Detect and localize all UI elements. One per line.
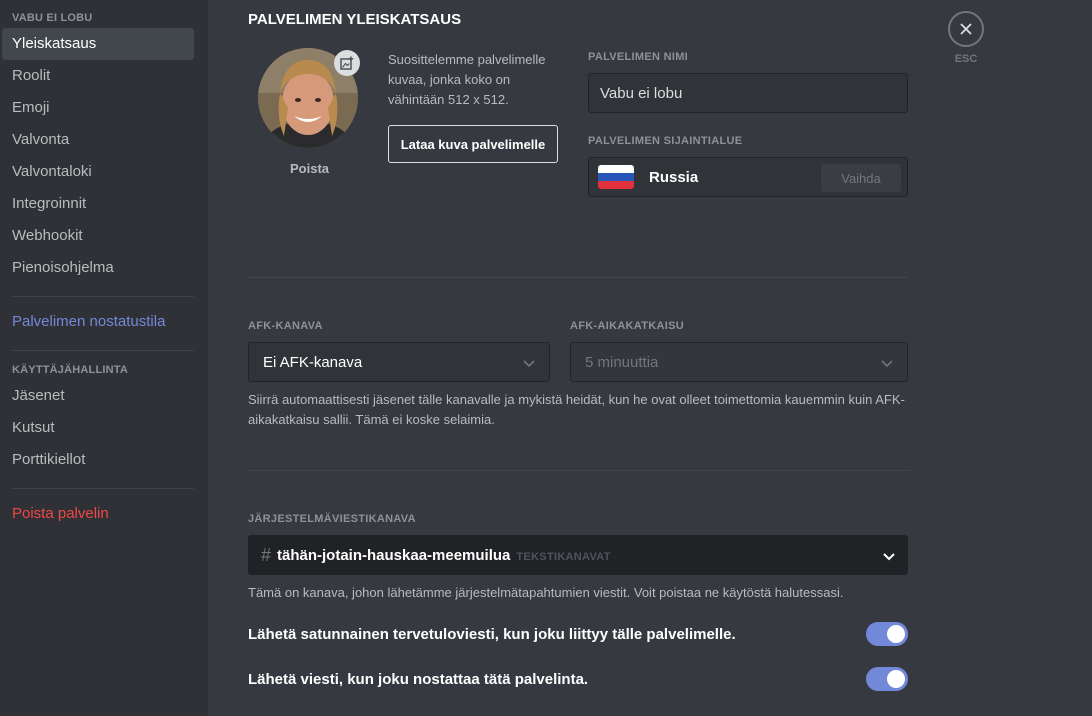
sidebar-separator: [12, 488, 194, 489]
server-name-label: PALVELIMEN NIMI: [588, 51, 689, 63]
welcome-message-setting: Lähetä satunnainen tervetuloviesti, kun …: [248, 621, 908, 647]
sidebar-item-integrations[interactable]: Integroinnit: [2, 188, 194, 220]
chevron-down-icon: [881, 360, 893, 368]
upload-image-button[interactable]: Lataa kuva palvelimelle: [388, 125, 558, 163]
server-icon-upload[interactable]: [258, 48, 360, 148]
toggle-knob: [887, 670, 905, 688]
sidebar-item-invites[interactable]: Kutsut: [2, 412, 194, 444]
sidebar-item-boost-status[interactable]: Palvelimen nostatustila: [2, 306, 194, 338]
afk-timeout-select[interactable]: 5 minuuttia: [570, 342, 908, 382]
afk-channel-label: AFK-KANAVA: [248, 320, 323, 332]
sidebar-item-audit-log[interactable]: Valvontaloki: [2, 156, 194, 188]
section-divider: [248, 277, 908, 278]
afk-channel-value: Ei AFK-kanava: [263, 353, 363, 371]
sidebar-separator: [12, 296, 194, 297]
sidebar-item-emoji[interactable]: Emoji: [2, 92, 194, 124]
add-image-icon[interactable]: [334, 50, 360, 76]
chevron-down-icon: [523, 360, 535, 368]
close-button[interactable]: [948, 11, 984, 47]
chevron-down-icon: [883, 553, 895, 561]
russia-flag-icon: [598, 165, 634, 189]
afk-timeout-label: AFK-AIKAKATKAISU: [570, 320, 684, 332]
sidebar-item-webhooks[interactable]: Webhookit: [2, 220, 194, 252]
afk-timeout-value: 5 minuuttia: [585, 353, 659, 371]
system-channel-label: JÄRJESTELMÄVIESTIKANAVA: [248, 513, 416, 525]
sidebar-header-server: VABU EI LOBU: [12, 12, 93, 24]
sidebar-item-moderation[interactable]: Valvonta: [2, 124, 194, 156]
remove-icon-link[interactable]: Poista: [290, 161, 329, 176]
afk-channel-select[interactable]: Ei AFK-kanava: [248, 342, 550, 382]
region-name: Russia: [649, 168, 699, 186]
server-name-input[interactable]: [588, 73, 908, 113]
boost-message-label: Lähetä viesti, kun joku nostattaa tätä p…: [248, 670, 589, 688]
sidebar-item-members[interactable]: Jäsenet: [2, 380, 194, 412]
system-channel-name: tähän-jotain-hauskaa-meemuilua: [277, 546, 511, 564]
change-region-button[interactable]: Vaihda: [821, 164, 901, 192]
welcome-message-toggle[interactable]: [866, 622, 908, 646]
close-settings: ESC: [948, 11, 984, 65]
sidebar-item-overview[interactable]: Yleiskatsaus: [2, 28, 194, 60]
sidebar-item-widget[interactable]: Pienoisohjelma: [2, 252, 194, 284]
sidebar-header-user-management: KÄYTTÄJÄHALLINTA: [12, 364, 129, 376]
text-channel-icon: #: [261, 544, 272, 565]
system-help-text: Tämä on kanava, johon lähetämme järjeste…: [248, 585, 844, 600]
upload-hint: Suosittelemme palvelimelle kuvaa, jonka …: [388, 52, 546, 107]
sidebar-item-delete-server[interactable]: Poista palvelin: [2, 498, 194, 530]
region-selector: Russia Vaihda: [588, 157, 908, 197]
toggle-knob: [887, 625, 905, 643]
sidebar-item-bans[interactable]: Porttikiellot: [2, 444, 194, 476]
sidebar-item-roles[interactable]: Roolit: [2, 60, 194, 92]
close-icon: [960, 23, 972, 35]
boost-message-setting: Lähetä viesti, kun joku nostattaa tätä p…: [248, 666, 908, 692]
system-channel-category: TEKSTIKANAVAT: [516, 550, 611, 563]
region-label: PALVELIMEN SIJAINTIALUE: [588, 135, 743, 147]
sidebar-separator: [12, 350, 194, 351]
esc-label: ESC: [954, 53, 978, 65]
system-channel-select[interactable]: # tähän-jotain-hauskaa-meemuilua TEKSTIK…: [248, 535, 908, 575]
afk-help-text: Siirrä automaattisesti jäsenet tälle kan…: [248, 392, 905, 427]
settings-content: PALVELIMEN YLEISKATSAUS Poista Suosittel…: [208, 0, 1092, 716]
welcome-message-label: Lähetä satunnainen tervetuloviesti, kun …: [248, 625, 736, 643]
page-title: PALVELIMEN YLEISKATSAUS: [248, 11, 462, 28]
settings-sidebar: VABU EI LOBU Yleiskatsaus Roolit Emoji V…: [0, 0, 208, 716]
section-divider: [248, 470, 910, 471]
boost-message-toggle[interactable]: [866, 667, 908, 691]
